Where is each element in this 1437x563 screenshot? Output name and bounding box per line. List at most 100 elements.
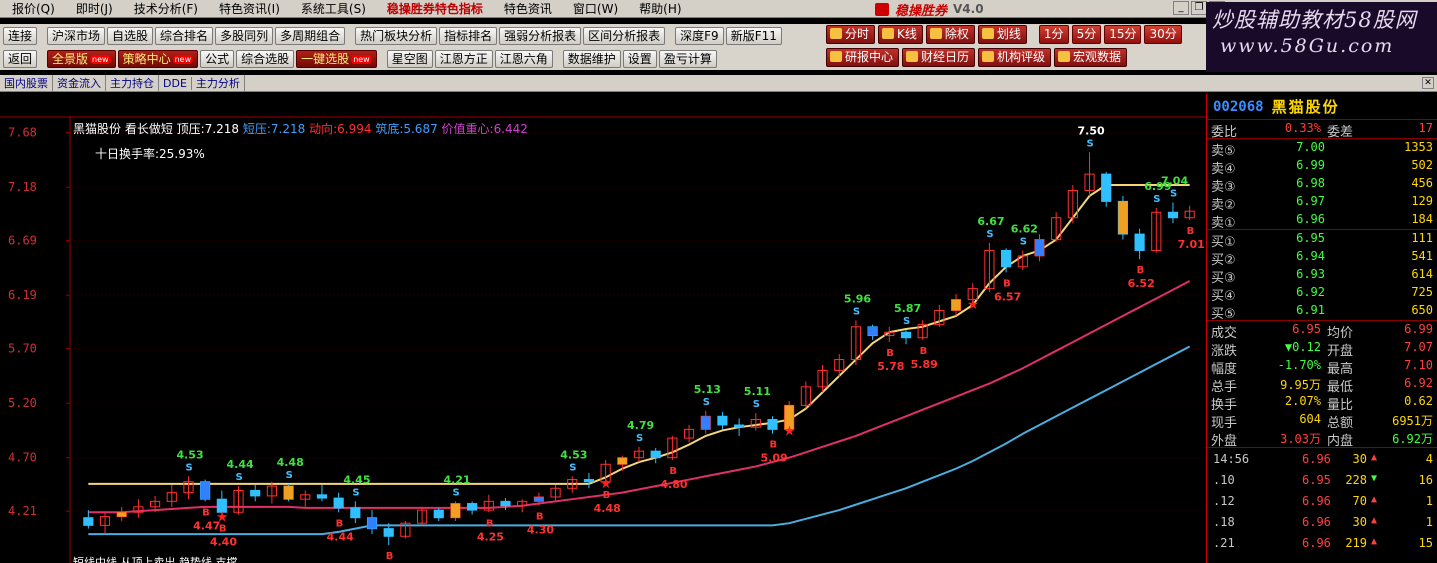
toolbar-button[interactable]: 策略中心 new bbox=[117, 49, 199, 68]
toolbar-button[interactable]: 区间分析报表 bbox=[583, 26, 666, 45]
order-price: 6.98 bbox=[1296, 176, 1325, 190]
tab-item[interactable]: 国内股票 bbox=[0, 75, 53, 91]
menu-item[interactable]: 报价(Q) bbox=[0, 0, 64, 17]
tick-direction-icon: ▲ bbox=[1371, 494, 1378, 505]
order-level-label: 买⑤ bbox=[1211, 307, 1236, 322]
minimize-icon[interactable]: _ bbox=[1173, 1, 1189, 15]
view-button[interactable]: 划线 bbox=[977, 25, 1027, 44]
tab-item[interactable]: 主力分析 bbox=[192, 75, 245, 91]
candle-body bbox=[383, 528, 394, 537]
toolbar-button-label: 一键选股 bbox=[301, 51, 350, 66]
tick-volume: 228 bbox=[1345, 473, 1367, 487]
toolbar-button[interactable]: 全景版 new bbox=[47, 49, 116, 68]
toolbar-button[interactable]: 连接 bbox=[3, 26, 38, 45]
toolbar-button[interactable]: 设置 bbox=[622, 49, 657, 68]
menu-item[interactable]: 系统工具(S) bbox=[289, 0, 375, 17]
signal-bar bbox=[200, 481, 210, 500]
candle-body bbox=[734, 424, 745, 428]
restore-icon[interactable]: ❐ bbox=[1191, 1, 1207, 15]
toolbar-button[interactable]: 星空图 bbox=[386, 49, 433, 68]
toolbar-button[interactable]: 强弱分析报表 bbox=[499, 26, 582, 45]
menu-item[interactable]: 窗口(W) bbox=[561, 0, 627, 17]
period-button[interactable]: 30分 bbox=[1144, 25, 1182, 44]
info-button[interactable]: 宏观数据 bbox=[1054, 48, 1128, 67]
menu-item[interactable]: 特色资讯(I) bbox=[207, 0, 289, 17]
turnover-rate: 十日换手率:25.93% bbox=[95, 147, 205, 161]
y-tick-label: 5.20 bbox=[8, 396, 37, 410]
buy-marker: B bbox=[669, 466, 677, 477]
high-price-label: 4.53 bbox=[560, 448, 587, 461]
view-button[interactable]: K线 bbox=[878, 25, 923, 44]
toolbar-button[interactable]: 综合排名 bbox=[155, 26, 214, 45]
order-volume: 650 bbox=[1411, 303, 1433, 317]
info-icon bbox=[1058, 51, 1071, 62]
toolbar-button-label: 策略中心 bbox=[122, 51, 171, 66]
sell-marker: S bbox=[853, 306, 860, 317]
menu-item[interactable]: 技术分析(F) bbox=[122, 0, 207, 17]
period-button[interactable]: 1分 bbox=[1038, 25, 1069, 44]
toolbar-button[interactable]: 多周期组合 bbox=[275, 26, 346, 45]
low-price-label: 4.80 bbox=[660, 478, 687, 491]
info-button[interactable]: 研报中心 bbox=[826, 48, 900, 67]
toolbar-button[interactable]: 综合选股 bbox=[236, 49, 295, 68]
toolbar-button[interactable]: 多股同列 bbox=[215, 26, 274, 45]
tab-item[interactable]: DDE bbox=[159, 76, 192, 90]
kline-chart[interactable]: 7.687.186.696.195.705.204.704.214.53S 4.4… bbox=[0, 94, 1206, 563]
period-button[interactable]: 15分 bbox=[1104, 25, 1142, 44]
toolbar-button[interactable]: 指标排名 bbox=[439, 26, 498, 45]
sell-marker: S bbox=[1153, 194, 1160, 205]
sell-orders: 卖⑤ 7.00 1353 卖④ 6.99 502 卖③ 6.98 456 卖② 6.97 129 卖① 6… bbox=[1207, 138, 1437, 231]
view-button[interactable]: 分时 bbox=[826, 25, 876, 44]
buys-row: 买① 6.95 111 bbox=[1207, 230, 1437, 250]
tab-item[interactable]: 资金流入 bbox=[53, 75, 106, 91]
new-badge: new bbox=[172, 54, 194, 64]
high-price-label: 7.04 bbox=[1161, 174, 1188, 187]
candle-body bbox=[1134, 233, 1145, 251]
menu-item[interactable]: 稳操胜券特色指标 bbox=[375, 0, 492, 17]
toolbar-button[interactable]: 数据维护 bbox=[562, 49, 621, 68]
stat-value: 6.92 bbox=[1404, 376, 1433, 390]
toolbar-button[interactable]: 深度F9 bbox=[675, 26, 724, 45]
star-marker-icon: ★ bbox=[600, 476, 613, 492]
view-button-label: 除权 bbox=[944, 27, 969, 41]
candle-body bbox=[350, 507, 361, 519]
toolbar-button[interactable]: 返回 bbox=[3, 49, 38, 68]
toolbar-button[interactable]: 江恩六角 bbox=[494, 49, 553, 68]
sells-row: 卖③ 6.98 456 bbox=[1207, 175, 1437, 195]
toolbar-button[interactable]: 盈亏计算 bbox=[658, 49, 717, 68]
stat-value: 9.95万 bbox=[1280, 378, 1321, 392]
buys-row: 买③ 6.93 614 bbox=[1207, 266, 1437, 286]
bottom-indicator-text: 短线中线 从顶上卖出 趋势线 支撑 bbox=[73, 556, 238, 563]
toolbar-button[interactable]: 一键选股 new bbox=[296, 49, 377, 68]
sell-marker: S bbox=[1020, 236, 1027, 247]
buy-marker: B bbox=[202, 507, 210, 518]
info-button[interactable]: 机构评级 bbox=[978, 48, 1052, 67]
star-marker-icon: ★ bbox=[967, 297, 980, 313]
info-button[interactable]: 财经日历 bbox=[902, 48, 976, 67]
menu-item[interactable]: 帮助(H) bbox=[627, 0, 690, 17]
menu-item[interactable]: 特色资讯 bbox=[492, 0, 561, 17]
toolbar-button[interactable]: 江恩方正 bbox=[434, 49, 493, 68]
candle-body bbox=[333, 497, 344, 509]
buy-marker: B bbox=[920, 346, 928, 357]
stat-row: 现手 604 总额 6951万 bbox=[1207, 411, 1437, 431]
quote-header: 002068 黑猫股份 bbox=[1207, 94, 1437, 120]
toolbar-button[interactable]: 新版F11 bbox=[725, 26, 782, 45]
tab-item[interactable]: 主力持仓 bbox=[106, 75, 159, 91]
toolbar-button[interactable]: 沪深市场 bbox=[47, 26, 106, 45]
toolbar-button[interactable]: 公式 bbox=[200, 49, 235, 68]
sell-marker: S bbox=[352, 487, 359, 498]
menu-item[interactable]: 即时(J) bbox=[64, 0, 122, 17]
candle-body bbox=[1101, 173, 1112, 202]
tick-count: 1 bbox=[1425, 515, 1433, 529]
panel-close-icon[interactable]: ✕ bbox=[1422, 77, 1434, 89]
toolbar-button[interactable]: 自选股 bbox=[107, 26, 154, 45]
stat-row: 成交 6.95 均价 6.99 bbox=[1207, 321, 1437, 341]
toolbar-button[interactable]: 热门板块分析 bbox=[355, 26, 438, 45]
toolbar-button-label: 江恩六角 bbox=[499, 51, 548, 66]
brand-logo-icon bbox=[875, 2, 889, 16]
period-button[interactable]: 5分 bbox=[1071, 25, 1102, 44]
new-badge: new bbox=[90, 54, 111, 64]
view-button[interactable]: 除权 bbox=[925, 25, 975, 44]
signal-bar bbox=[283, 486, 294, 500]
